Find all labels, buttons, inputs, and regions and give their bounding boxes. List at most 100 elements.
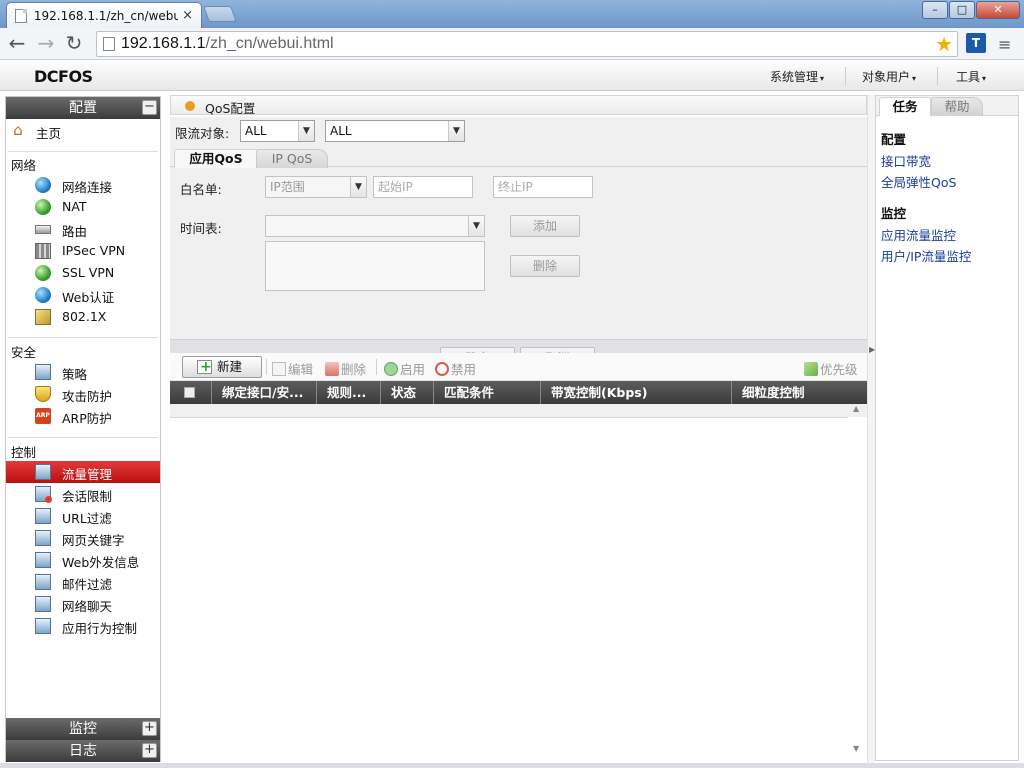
- link-user-ip-traffic-monitor[interactable]: 用户/IP流量监控: [881, 246, 971, 265]
- menu-label: 系统管理: [770, 70, 819, 84]
- nat-globe-icon: [35, 199, 51, 215]
- minimize-button[interactable]: –: [922, 1, 948, 19]
- limit-target-select-1[interactable]: ALL ▼: [240, 120, 315, 142]
- expand-icon[interactable]: +: [142, 721, 157, 736]
- column-header-bandwidth[interactable]: 带宽控制(Kbps): [541, 381, 732, 404]
- sidebar-item-home[interactable]: ⌂ 主页: [6, 120, 160, 142]
- sidebar-header-log[interactable]: 日志 +: [6, 740, 160, 762]
- schedule-list[interactable]: [265, 241, 485, 291]
- select-value: IP范围: [270, 180, 305, 194]
- menu-divider: [845, 67, 846, 85]
- forward-button[interactable]: →: [34, 32, 58, 56]
- grid-scrollbar[interactable]: ▲ ▼: [851, 404, 865, 760]
- sidebar-item-policy[interactable]: 策略: [6, 361, 160, 383]
- tab-tasks[interactable]: 任务: [879, 97, 931, 116]
- new-tab-button[interactable]: [203, 6, 237, 22]
- tab-help[interactable]: 帮助: [931, 97, 983, 116]
- sidebar-item-routing[interactable]: 路由: [6, 218, 160, 240]
- sidebar-item-web-outbound[interactable]: Web外发信息: [6, 549, 160, 571]
- maximize-button[interactable]: □: [949, 1, 975, 19]
- sidebar-item-session-limit[interactable]: 会话限制: [6, 483, 160, 505]
- scroll-up-icon[interactable]: ▲: [853, 404, 859, 413]
- home-icon: ⌂: [13, 121, 23, 139]
- enable-button[interactable]: 启用: [384, 359, 425, 378]
- sidebar-item-traffic-management[interactable]: 流量管理: [6, 461, 160, 483]
- column-header-status[interactable]: 状态: [381, 381, 434, 404]
- button-label: 删除: [341, 362, 367, 377]
- menu-object-users[interactable]: 对象用户 ▾: [862, 68, 916, 85]
- sidebar-item-im-chat[interactable]: 网络聊天: [6, 593, 160, 615]
- web-outbound-icon: [35, 552, 51, 568]
- sidebar-item-8021x[interactable]: 802.1X: [6, 306, 160, 328]
- collapse-icon[interactable]: −: [142, 100, 157, 115]
- whitelist-label: 白名单:: [180, 182, 222, 197]
- address-bar[interactable]: 192.168.1.1/zh_cn/webui.html ★: [96, 31, 958, 57]
- priority-button[interactable]: 优先级: [804, 359, 858, 378]
- bookmark-star-icon[interactable]: ★: [935, 32, 953, 56]
- schedule-select[interactable]: ▼: [265, 215, 485, 237]
- browser-tab[interactable]: 192.168.1.1/zh_cn/webui.html ×: [6, 2, 202, 28]
- start-ip-input[interactable]: 起始IP: [373, 176, 473, 198]
- limit-target-select-2[interactable]: ALL ▼: [325, 120, 465, 142]
- sidebar-item-label: 策略: [62, 367, 88, 382]
- back-button[interactable]: ←: [5, 32, 29, 56]
- sidebar-item-label: Web认证: [62, 290, 115, 305]
- column-header-rule[interactable]: 规则...: [317, 381, 381, 404]
- sidebar-divider: [8, 337, 158, 338]
- tab-close-icon[interactable]: ×: [182, 8, 193, 23]
- sidebar-item-nat[interactable]: NAT: [6, 196, 160, 218]
- link-global-elastic-qos[interactable]: 全局弹性QoS: [881, 172, 956, 191]
- sidebar-item-attack-defense[interactable]: 攻击防护: [6, 383, 160, 405]
- sidebar-item-ssl-vpn[interactable]: SSL VPN: [6, 262, 160, 284]
- browser-menu-icon[interactable]: ≡: [998, 35, 1011, 54]
- right-panel: 任务 帮助 配置 接口带宽 全局弹性QoS 监控 应用流量监控 用户/IP流量监…: [875, 95, 1019, 761]
- column-header-match[interactable]: 匹配条件: [434, 381, 541, 404]
- link-app-traffic-monitor[interactable]: 应用流量监控: [881, 225, 956, 244]
- add-button[interactable]: 添加: [510, 215, 580, 237]
- whitelist-type-select[interactable]: IP范围 ▼: [265, 176, 367, 198]
- sidebar-item-label: NAT: [62, 199, 87, 214]
- reload-button[interactable]: ↻: [62, 32, 86, 56]
- sidebar-item-ipsec-vpn[interactable]: IPSec VPN: [6, 240, 160, 262]
- delete-schedule-button[interactable]: 删除: [510, 255, 580, 277]
- url-host: 192.168.1.1: [121, 35, 206, 52]
- menu-system-management[interactable]: 系统管理 ▾: [770, 68, 824, 85]
- sidebar-item-network-connection[interactable]: 网络连接: [6, 174, 160, 196]
- tab-ip-qos[interactable]: IP QoS: [256, 149, 328, 168]
- dropdown-arrow-icon: ▼: [298, 121, 314, 141]
- sidebar-item-web-keyword[interactable]: 网页关键字: [6, 527, 160, 549]
- expand-icon[interactable]: +: [142, 743, 157, 758]
- app-behavior-icon: [35, 618, 51, 634]
- close-window-button[interactable]: ✕: [976, 1, 1020, 19]
- sidebar-item-label: IPSec VPN: [62, 243, 126, 258]
- delete-button[interactable]: 删除: [325, 359, 366, 378]
- new-rule-button[interactable]: 新建: [182, 356, 262, 378]
- sidebar-item-arp-defense[interactable]: ARP ARP防护: [6, 405, 160, 427]
- right-panel-splitter[interactable]: ▶: [867, 95, 875, 763]
- shield-icon: [35, 386, 51, 402]
- menu-tools[interactable]: 工具 ▾: [956, 68, 986, 85]
- mail-filter-icon: [35, 574, 51, 590]
- select-all-checkbox[interactable]: [170, 381, 212, 404]
- column-header-interface[interactable]: 绑定接口/安...: [212, 381, 317, 404]
- sidebar-item-web-auth[interactable]: Web认证: [6, 284, 160, 306]
- sidebar-item-label: Web外发信息: [62, 555, 140, 570]
- sidebar-header-config[interactable]: 配置 −: [6, 97, 160, 119]
- select-value: ALL: [330, 124, 352, 138]
- sidebar-item-app-behavior[interactable]: 应用行为控制: [6, 615, 160, 637]
- button-label: 新建: [217, 359, 243, 374]
- sidebar-item-mail-filter[interactable]: 邮件过滤: [6, 571, 160, 593]
- scroll-down-icon[interactable]: ▼: [853, 744, 859, 753]
- menu-label: 对象用户: [862, 70, 911, 84]
- sidebar-item-url-filter[interactable]: URL过滤: [6, 505, 160, 527]
- tab-app-qos[interactable]: 应用QoS: [174, 149, 258, 168]
- check-circle-icon: [384, 362, 398, 376]
- end-ip-input[interactable]: 终止IP: [493, 176, 593, 198]
- link-interface-bandwidth[interactable]: 接口带宽: [881, 151, 931, 170]
- edit-button[interactable]: 编辑: [272, 359, 313, 378]
- column-header-fine-grained[interactable]: 细粒度控制: [732, 381, 867, 404]
- url-text[interactable]: 192.168.1.1/zh_cn/webui.html: [121, 35, 334, 53]
- sidebar-header-monitor[interactable]: 监控 +: [6, 718, 160, 740]
- extension-icon[interactable]: T: [966, 33, 986, 53]
- disable-button[interactable]: 禁用: [435, 359, 476, 378]
